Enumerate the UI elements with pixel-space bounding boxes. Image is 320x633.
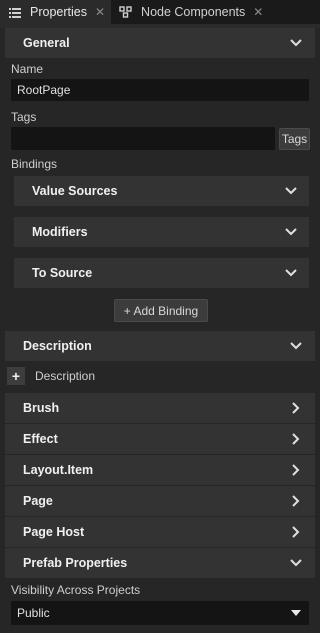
tags-input[interactable] <box>11 127 275 150</box>
brush-section-header[interactable]: Brush <box>5 393 315 423</box>
chevron-down-icon <box>284 184 298 198</box>
tab-node-components-label: Node Components <box>141 5 246 19</box>
brush-header-label: Brush <box>23 401 60 415</box>
bindings-label: Bindings <box>11 157 58 171</box>
effect-header-label: Effect <box>23 432 58 446</box>
page-section-header[interactable]: Page <box>5 486 315 516</box>
tab-node-components[interactable]: Node Components ✕ <box>111 0 269 24</box>
chevron-right-icon <box>289 494 303 508</box>
modifiers-label: Modifiers <box>32 225 88 239</box>
general-section-header[interactable]: General <box>5 28 315 58</box>
tags-button[interactable]: Tags <box>279 128 310 150</box>
prefab-properties-header-label: Prefab Properties <box>23 556 128 570</box>
page-header-label: Page <box>23 494 53 508</box>
chevron-right-icon <box>289 432 303 446</box>
prefab-properties-section-header[interactable]: Prefab Properties <box>5 548 315 578</box>
chevron-right-icon <box>289 463 303 477</box>
value-sources-label: Value Sources <box>32 184 118 198</box>
name-label: Name <box>11 62 44 76</box>
to-source-header[interactable]: To Source <box>14 258 309 288</box>
effect-section-header[interactable]: Effect <box>5 424 315 454</box>
tab-properties-label: Properties <box>30 5 87 19</box>
name-field[interactable]: RootPage <box>11 79 309 101</box>
components-icon <box>119 5 133 19</box>
visibility-label: Visibility Across Projects <box>11 583 141 597</box>
layout-item-section-header[interactable]: Layout.Item <box>5 455 315 485</box>
page-host-section-header[interactable]: Page Host <box>5 517 315 547</box>
tab-bar: Properties ✕ Node Components ✕ <box>0 0 320 24</box>
caret-down-icon <box>289 606 303 620</box>
visibility-dropdown[interactable]: Public <box>11 601 309 625</box>
chevron-down-icon <box>289 556 303 570</box>
general-header-label: General <box>23 36 70 50</box>
add-description-button[interactable]: + <box>7 367 25 385</box>
page-host-header-label: Page Host <box>23 525 85 539</box>
description-add-label: Description <box>35 369 96 383</box>
chevron-down-icon <box>289 339 303 353</box>
tab-properties[interactable]: Properties ✕ <box>0 0 112 24</box>
close-icon[interactable]: ✕ <box>95 5 105 19</box>
visibility-value: Public <box>17 606 50 620</box>
description-section-header[interactable]: Description <box>5 331 315 361</box>
add-binding-button[interactable]: + Add Binding <box>114 299 208 322</box>
description-header-label: Description <box>23 339 92 353</box>
chevron-right-icon <box>289 401 303 415</box>
chevron-down-icon <box>284 225 298 239</box>
chevron-down-icon <box>289 36 303 50</box>
layout-item-header-label: Layout.Item <box>23 463 94 477</box>
tags-label: Tags <box>11 110 37 124</box>
chevron-right-icon <box>289 525 303 539</box>
modifiers-header[interactable]: Modifiers <box>14 217 309 247</box>
close-icon[interactable]: ✕ <box>253 5 263 19</box>
to-source-label: To Source <box>32 266 93 280</box>
value-sources-header[interactable]: Value Sources <box>14 176 309 206</box>
chevron-down-icon <box>284 266 298 280</box>
list-icon <box>8 5 22 19</box>
